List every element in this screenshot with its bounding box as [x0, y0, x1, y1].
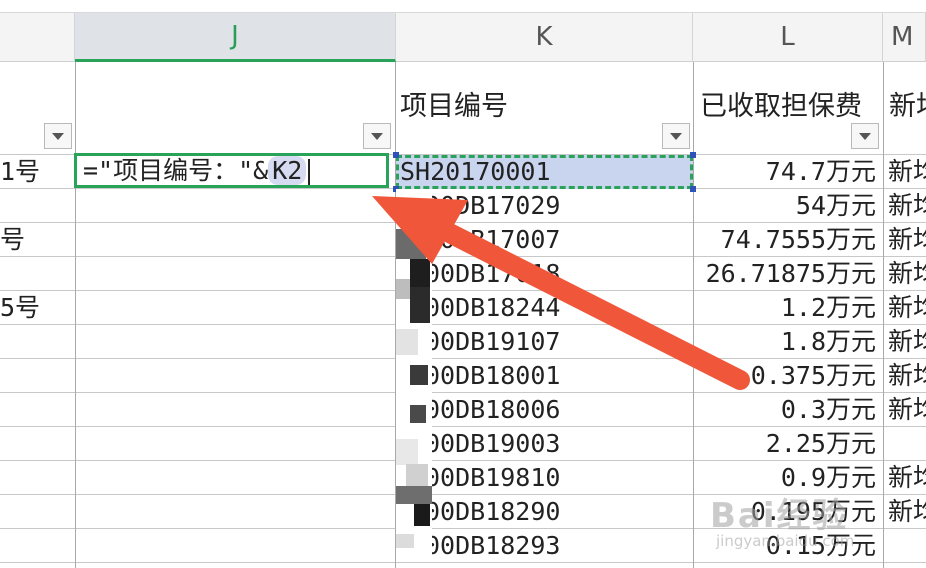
- watermark-logo: Bai经验: [710, 496, 849, 536]
- annotation-arrow: [372, 196, 750, 390]
- arrow-shaft: [398, 202, 750, 390]
- watermark-url: jingyan.baidu.com: [716, 532, 855, 550]
